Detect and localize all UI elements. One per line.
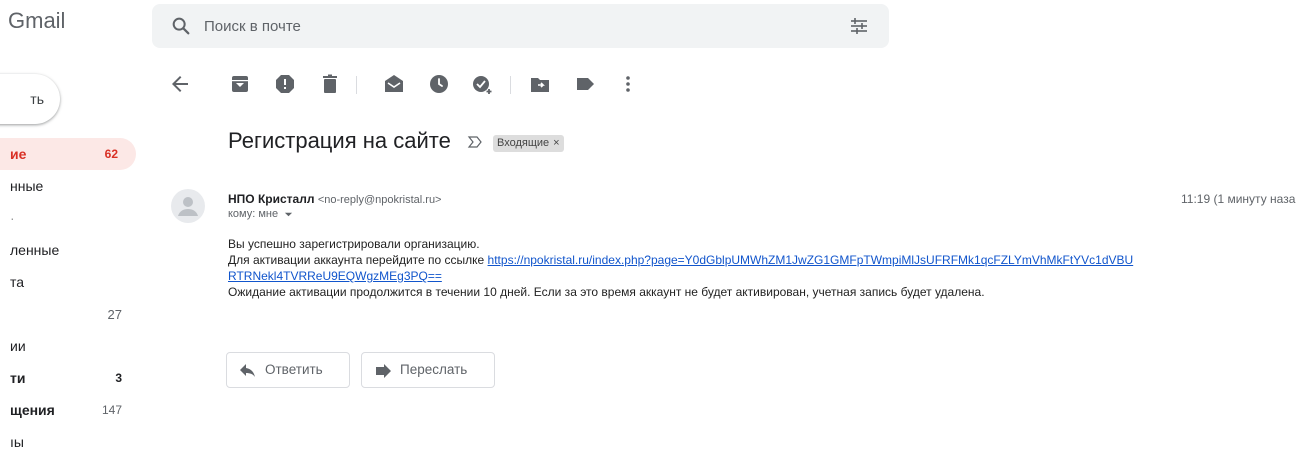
sidebar-item-important[interactable]: 27: [0, 298, 140, 330]
sidebar-item-label: ти: [10, 370, 26, 386]
sidebar-item-sent[interactable]: ленные: [0, 234, 140, 266]
search-input[interactable]: [204, 14, 804, 38]
label-chip-text: Входящие: [497, 137, 550, 149]
sidebar-item-updates[interactable]: щения 147: [0, 394, 140, 426]
body-text: Для активации аккаунта перейдите по ссыл…: [228, 253, 488, 267]
add-task-icon[interactable]: [470, 72, 494, 96]
chevron-down-icon[interactable]: [284, 210, 293, 219]
forward-button[interactable]: Переслать: [361, 352, 495, 388]
sidebar-item-label: та: [10, 274, 25, 290]
mark-unread-icon[interactable]: [382, 72, 406, 96]
sidebar-item-categories[interactable]: ии: [0, 330, 140, 362]
sidebar-nav: ие 62 нные · ленные та 27 ии ти 3 щения …: [0, 138, 140, 454]
back-icon[interactable]: [168, 72, 192, 96]
label-icon[interactable]: [573, 72, 597, 96]
sidebar-item-label: ии: [10, 338, 26, 354]
recipient-details[interactable]: кому: мне: [228, 208, 293, 220]
sender-name[interactable]: НПО Кристалл: [228, 192, 314, 206]
sidebar-item-count: 62: [104, 147, 118, 161]
report-spam-icon[interactable]: [273, 72, 297, 96]
remove-label-icon[interactable]: ×: [553, 137, 559, 149]
gmail-logo[interactable]: Gmail: [8, 8, 65, 34]
sidebar-item-drafts[interactable]: та: [0, 266, 140, 298]
message-subject: Регистрация на сайте: [228, 128, 451, 153]
gmail-window: Gmail ть ие 62 нные · ленные та 2: [0, 0, 1296, 454]
sidebar-item-label: ленные: [10, 242, 60, 258]
sidebar-item-forums[interactable]: ıы: [0, 426, 140, 454]
search-bar[interactable]: [152, 4, 889, 48]
body-line: Вы успешно зарегистрировали организацию.: [228, 237, 480, 251]
sidebar-item-label: ıы: [10, 434, 24, 450]
compose-button[interactable]: ть: [0, 74, 60, 124]
body-line: Ожидание активации продолжится в течении…: [228, 285, 985, 299]
activation-link[interactable]: https://npokristal.ru/index.php?page=Y0d…: [488, 253, 1134, 267]
toolbar-divider: [510, 76, 511, 94]
sender-avatar: [171, 189, 205, 223]
sidebar-item-label: щения: [10, 402, 55, 418]
delete-icon[interactable]: [318, 72, 342, 96]
importance-marker-icon[interactable]: [466, 133, 484, 151]
search-icon[interactable]: [170, 15, 192, 37]
archive-icon[interactable]: [228, 72, 252, 96]
sidebar-item-label: нные: [10, 178, 44, 194]
more-icon[interactable]: [616, 72, 640, 96]
message-toolbar: [160, 64, 1296, 104]
sidebar-item-count: 3: [115, 371, 122, 385]
toolbar-divider: [356, 76, 357, 94]
message-body: Вы успешно зарегистрировали организацию.…: [228, 236, 1288, 300]
forward-icon: [376, 364, 391, 378]
inbox-label-chip[interactable]: Входящие ×: [493, 135, 564, 152]
compose-label: ть: [30, 91, 44, 107]
sidebar-item-label: ·: [10, 210, 15, 226]
sidebar-item-label: ие: [10, 146, 27, 162]
sidebar-item-snoozed[interactable]: ·: [0, 202, 140, 234]
search-options-icon[interactable]: [849, 16, 869, 36]
sidebar-item-inbox[interactable]: ие 62: [0, 138, 136, 170]
reply-button[interactable]: Ответить: [226, 352, 350, 388]
sidebar-item-count: 147: [101, 403, 122, 417]
sender-info: НПО Кристалл <no-reply@npokristal.ru>: [228, 192, 441, 206]
forward-label: Переслать: [400, 362, 468, 377]
body-line: RTRNekl4TVRReU9EQWgzMEg3PQ==: [228, 268, 1288, 284]
recipient-label: кому: мне: [228, 208, 279, 220]
snooze-icon[interactable]: [427, 72, 451, 96]
sender-email: <no-reply@npokristal.ru>: [317, 194, 442, 206]
reply-label: Ответить: [265, 362, 323, 377]
body-line: Для активации аккаунта перейдите по ссыл…: [228, 252, 1288, 268]
activation-link-continued[interactable]: RTRNekl4TVRReU9EQWgzMEg3PQ==: [228, 269, 442, 283]
reply-icon: [240, 364, 255, 377]
sidebar-item-count: 27: [107, 307, 122, 322]
message-time: 11:19 (1 минуту наза: [1181, 192, 1296, 206]
sidebar-item-starred[interactable]: нные: [0, 170, 140, 202]
move-to-icon[interactable]: [528, 72, 552, 96]
sidebar-item-social[interactable]: ти 3: [0, 362, 140, 394]
